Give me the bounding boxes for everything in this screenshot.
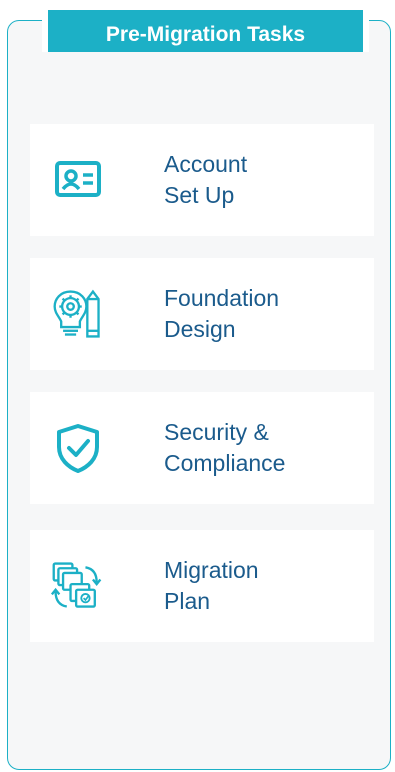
task-label: Account Set Up (164, 151, 248, 208)
panel-title: Pre-Migration Tasks (42, 4, 369, 52)
migration-documents-icon (50, 558, 106, 614)
task-card-migration-plan: Migration Plan (30, 530, 374, 642)
task-card-security-compliance: Security & Compliance (30, 392, 374, 504)
shield-check-icon (50, 420, 106, 476)
task-label: Foundation Design (164, 285, 280, 342)
task-card-foundation-design: Foundation Design (30, 258, 374, 370)
task-card-account-setup: Account Set Up (30, 124, 374, 236)
lightbulb-gear-pencil-icon (50, 286, 106, 342)
task-label: Security & Compliance (164, 419, 286, 476)
id-card-icon (50, 152, 106, 208)
task-label: Migration Plan (164, 557, 259, 614)
